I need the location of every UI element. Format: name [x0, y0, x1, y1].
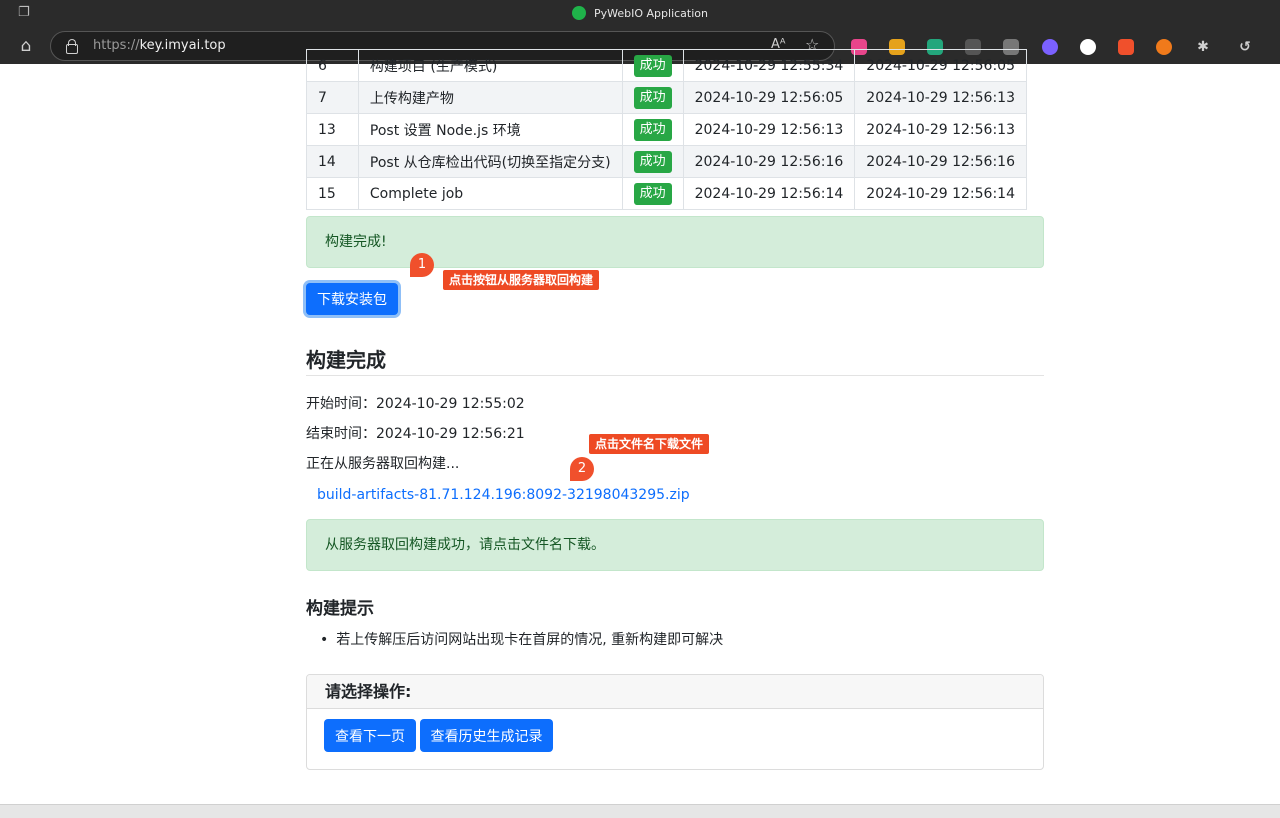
- tip-item: 若上传解压后访问网站出现卡在首屏的情况, 重新构建即可解决: [320, 629, 723, 649]
- browser-titlebar: ❐ PyWebIO Application: [0, 0, 1280, 26]
- step-end-cell: 2024-10-29 12:56:05: [854, 49, 1027, 82]
- step-id-cell: 14: [306, 145, 359, 178]
- artifact-download-link[interactable]: build-artifacts-81.71.124.196:8092-32198…: [317, 487, 690, 503]
- action-card-header: 请选择操作:: [307, 675, 1043, 709]
- url-text[interactable]: https://key.imyai.top: [93, 38, 226, 53]
- window-title: PyWebIO Application: [594, 6, 708, 20]
- build-steps-body: 6 构建项目 (生产模式) 成功 2024-10-29 12:55:34 2024-10…: [306, 49, 1027, 210]
- annotation-label-1: 点击按钮从服务器取回构建: [443, 270, 600, 290]
- app-favicon: [572, 6, 586, 20]
- step-id-cell: 13: [306, 113, 359, 146]
- extension-medium-icon[interactable]: [1080, 39, 1096, 55]
- annotation-marker-1: 1: [410, 253, 434, 277]
- next-page-button[interactable]: 查看下一页: [324, 719, 416, 752]
- step-name-cell: 上传构建产物: [357, 81, 623, 114]
- url-protocol: https://: [93, 38, 140, 53]
- step-name-cell: Post 设置 Node.js 环境: [357, 113, 623, 146]
- fetching-status: 正在从服务器取回构建...: [306, 456, 460, 472]
- step-status-cell: 成功: [621, 49, 684, 82]
- home-icon[interactable]: ⌂: [14, 34, 38, 58]
- section-title: 构建完成: [306, 348, 386, 372]
- end-time: 结束时间：2024-10-29 12:56:21: [306, 426, 525, 442]
- table-row: 7 上传构建产物 成功 2024-10-29 12:56:05 2024-10-29 1…: [306, 81, 1027, 114]
- step-end-cell: 2024-10-29 12:56:14: [854, 177, 1027, 210]
- step-start-cell: 2024-10-29 12:55:34: [682, 49, 856, 82]
- step-id-cell: 6: [306, 49, 359, 82]
- step-start-cell: 2024-10-29 12:56:05: [682, 81, 856, 114]
- annotation-marker-2: 2: [570, 457, 594, 481]
- table-row: 15 Complete job 成功 2024-10-29 12:56:14 2024-…: [306, 177, 1027, 210]
- extension-film-icon[interactable]: [1156, 39, 1172, 55]
- step-start-cell: 2024-10-29 12:56:16: [682, 145, 856, 178]
- step-start-cell: 2024-10-29 12:56:13: [682, 113, 856, 146]
- step-end-cell: 2024-10-29 12:56:13: [854, 81, 1027, 114]
- table-row: 13 Post 设置 Node.js 环境 成功 2024-10-29 12:56:1…: [306, 113, 1027, 146]
- step-name-cell: 构建项目 (生产模式): [357, 49, 623, 82]
- action-card: 请选择操作:: [306, 674, 1044, 770]
- status-badge: 成功: [633, 118, 672, 141]
- table-row: 6 构建项目 (生产模式) 成功 2024-10-29 12:55:34 2024-10…: [306, 49, 1027, 82]
- status-badge: 成功: [633, 54, 672, 77]
- step-start-cell: 2024-10-29 12:56:14: [682, 177, 856, 210]
- step-id-cell: 7: [306, 81, 359, 114]
- step-status-cell: 成功: [621, 145, 684, 178]
- step-name-cell: Complete job: [357, 177, 623, 210]
- step-status-cell: 成功: [621, 177, 684, 210]
- tips-title: 构建提示: [306, 599, 374, 619]
- fetch-success-alert: 从服务器取回构建成功，请点击文件名下载。: [306, 519, 1044, 571]
- extensions-puzzle-icon[interactable]: ✱: [1195, 39, 1211, 55]
- status-badge: 成功: [633, 182, 672, 205]
- table-row: 14 Post 从仓库检出代码(切换至指定分支) 成功 2024-10-29 12:5…: [306, 145, 1027, 178]
- window-bottom-edge: [0, 804, 1280, 818]
- build-steps-table: 6 构建项目 (生产模式) 成功 2024-10-29 12:55:34 2024-10…: [306, 49, 1027, 210]
- step-name-cell: Post 从仓库检出代码(切换至指定分支): [357, 145, 623, 178]
- extension-color-wheel-icon[interactable]: [1042, 39, 1058, 55]
- tips-list: 若上传解压后访问网站出现卡在首屏的情况, 重新构建即可解决: [320, 629, 723, 649]
- step-end-cell: 2024-10-29 12:56:13: [854, 113, 1027, 146]
- url-host: key.imyai.top: [139, 38, 226, 53]
- download-package-button[interactable]: 下载安装包: [306, 283, 398, 315]
- step-status-cell: 成功: [621, 113, 684, 146]
- status-badge: 成功: [633, 86, 672, 109]
- lock-icon[interactable]: [65, 38, 79, 54]
- extension-ruler-icon[interactable]: [1118, 39, 1134, 55]
- step-id-cell: 15: [306, 177, 359, 210]
- annotation-label-2: 点击文件名下载文件: [589, 434, 710, 454]
- start-time: 开始时间：2024-10-29 12:55:02: [306, 396, 525, 412]
- history-icon[interactable]: ↺: [1237, 39, 1253, 55]
- step-status-cell: 成功: [621, 81, 684, 114]
- history-records-button[interactable]: 查看历史生成记录: [420, 719, 553, 752]
- step-end-cell: 2024-10-29 12:56:16: [854, 145, 1027, 178]
- section-divider: [306, 375, 1044, 376]
- status-badge: 成功: [633, 150, 672, 173]
